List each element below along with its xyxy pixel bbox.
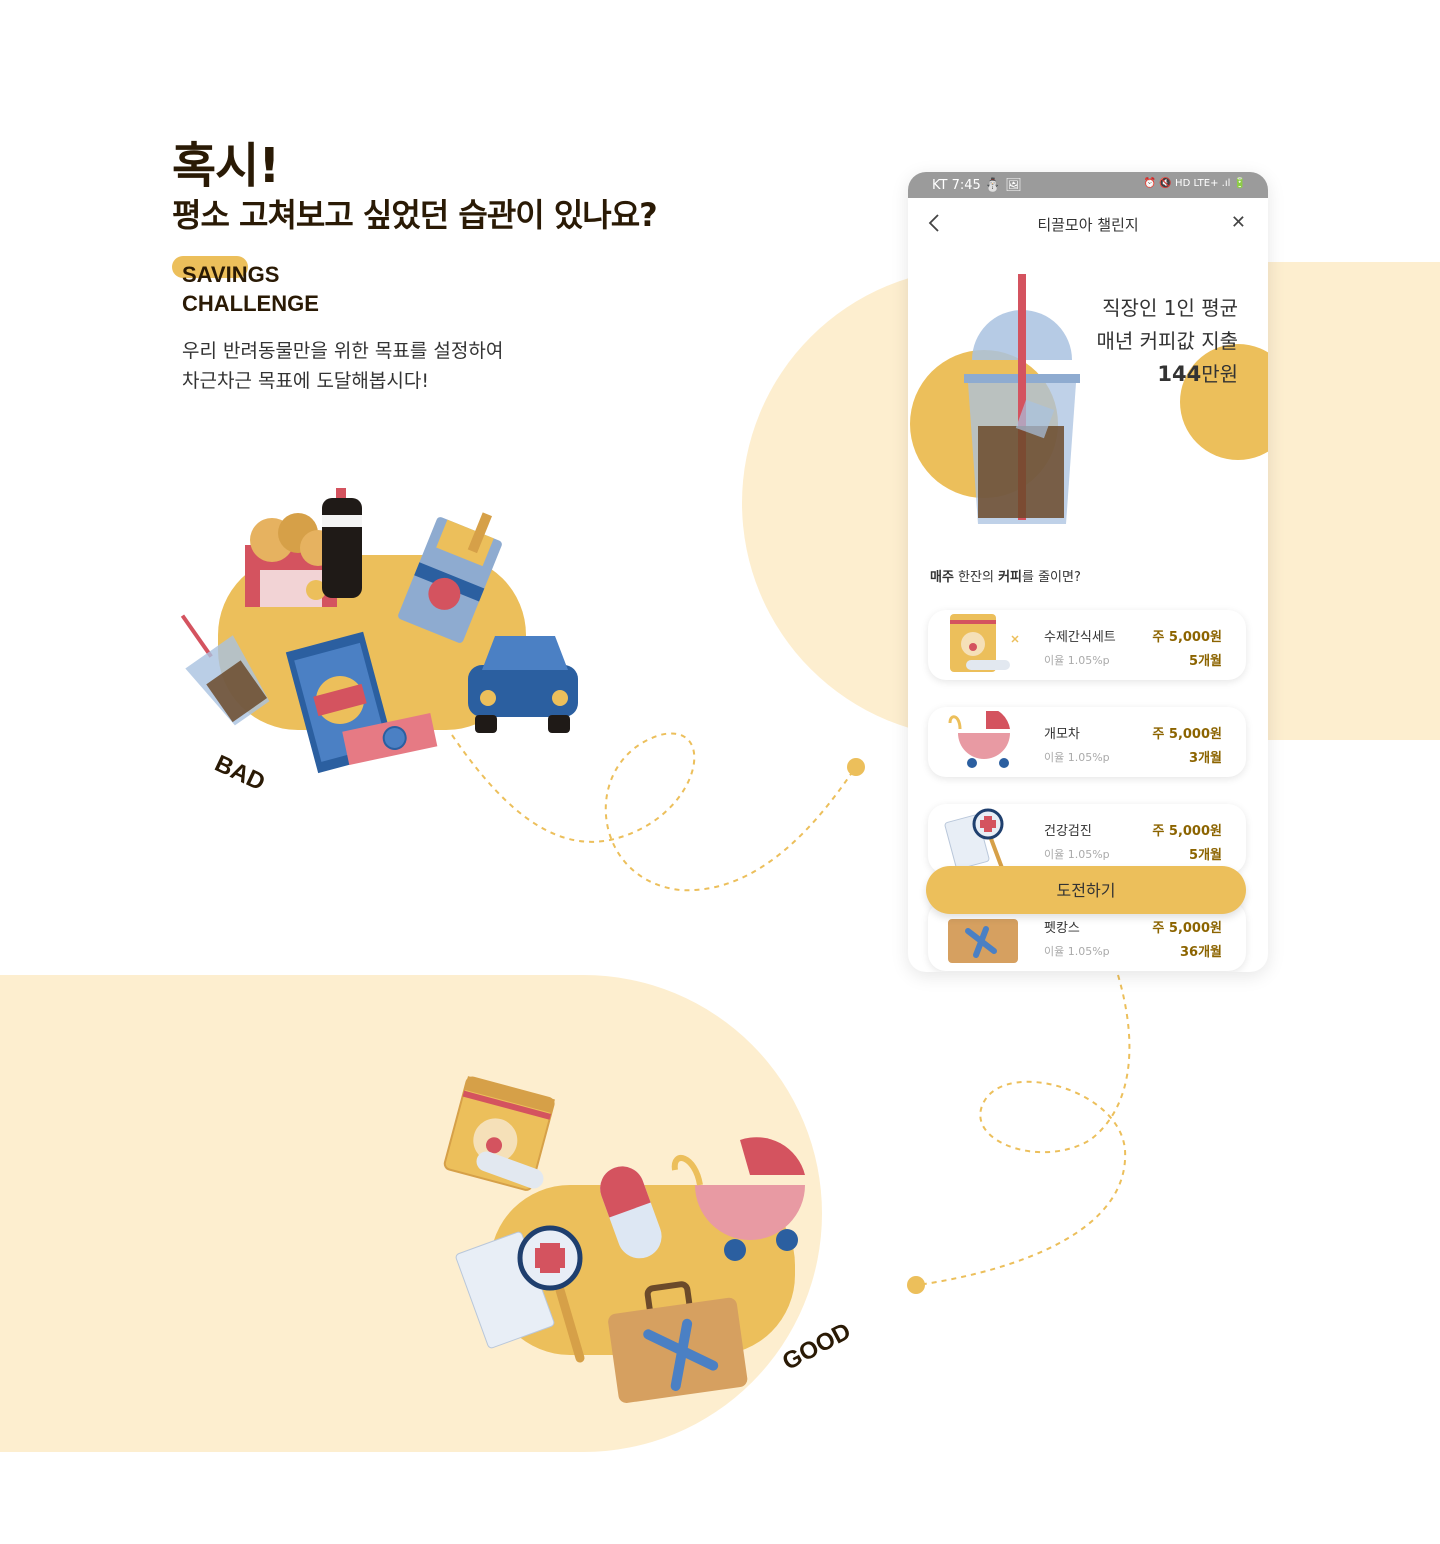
hero-line-2: 매년 커피값 지출: [1096, 329, 1238, 353]
goal-term: 36개월: [1179, 945, 1222, 960]
goal-name: 건강검진: [1044, 824, 1092, 839]
hero-line-1: 직장인 1인 평균: [1102, 296, 1238, 320]
path-dot-bottom: [907, 1276, 925, 1294]
goal-price: 주 5,000원: [1152, 824, 1222, 839]
nav-title: 티끌모아 챌린지: [1037, 216, 1139, 234]
goal-card-2[interactable]: 개모차 이율 1.05%p 주 5,000원 3개월: [928, 707, 1246, 777]
pet-snack-icon: [950, 614, 1019, 672]
goal-price: 주 5,000원: [1152, 727, 1222, 742]
goal-price: 주 5,000원: [1152, 921, 1222, 936]
bad-illustration: [180, 488, 578, 774]
goal-name: 수제간식세트: [1044, 630, 1116, 645]
hero-amount-number: 144: [1157, 362, 1202, 386]
headline-title: 혹시!: [172, 138, 280, 194]
goal-card-3[interactable]: 건강검진 이율 1.05%p 주 5,000원 5개월: [928, 804, 1246, 874]
good-illustration: [443, 1076, 805, 1403]
travel-suitcase-icon: [948, 919, 1018, 963]
close-icon[interactable]: ✕: [1231, 212, 1246, 233]
section-question: 매주 한잔의 커피를 줄이면?: [930, 566, 1081, 585]
description-line-1: 우리 반려동물만을 위한 목표를 설정하여: [182, 340, 504, 362]
hero-amount: 144만원: [1157, 358, 1238, 387]
question-reduce: 를 줄이면?: [1022, 570, 1081, 585]
goal-rate: 이율 1.05%p: [1044, 848, 1110, 861]
challenge-button[interactable]: 도전하기: [926, 866, 1246, 914]
goal-rate: 이율 1.05%p: [1044, 945, 1110, 958]
status-bar: KT 7:45 ⛄ 🖼 ⏰ 🔇 HD LTE+ .ıl 🔋: [908, 172, 1268, 198]
dashed-path-top: [451, 732, 856, 892]
nav-bar: 티끌모아 챌린지 ✕: [908, 198, 1268, 248]
goal-term: 5개월: [1189, 848, 1222, 863]
goal-term: 5개월: [1189, 654, 1222, 669]
pet-stroller-icon: [948, 711, 1010, 768]
question-one-cup: 한잔의: [953, 570, 999, 585]
question-weekly: 매주: [930, 570, 954, 585]
health-check-icon: [944, 808, 1004, 870]
goal-term: 3개월: [1189, 751, 1222, 766]
tag-line-1: SAVINGS: [182, 262, 280, 287]
status-left: KT 7:45 ⛄ 🖼: [932, 178, 1022, 193]
status-right: ⏰ 🔇 HD LTE+ .ıl 🔋: [1143, 178, 1246, 189]
goal-name: 개모차: [1044, 727, 1080, 742]
goal-rate: 이율 1.05%p: [1044, 751, 1110, 764]
headline-subtitle: 평소 고쳐보고 싶었던 습관이 있나요?: [172, 196, 658, 234]
hero-amount-unit: 만원: [1201, 362, 1238, 386]
path-dot-top: [847, 758, 865, 776]
goal-price: 주 5,000원: [1152, 630, 1222, 645]
goal-card-1[interactable]: 수제간식세트 이율 1.05%p 주 5,000원 5개월: [928, 610, 1246, 680]
goal-name: 펫캉스: [1044, 921, 1080, 936]
question-coffee: 커피: [998, 570, 1022, 585]
phone-screen: KT 7:45 ⛄ 🖼 ⏰ 🔇 HD LTE+ .ıl 🔋 티끌모아 챌린지 ✕…: [908, 172, 1268, 972]
tag-line-2: CHALLENGE: [182, 291, 319, 316]
description-line-2: 차근차근 목표에 도달해봅시다!: [182, 370, 429, 392]
dashed-path-bottom: [917, 974, 1131, 1286]
goal-rate: 이율 1.05%p: [1044, 654, 1110, 667]
